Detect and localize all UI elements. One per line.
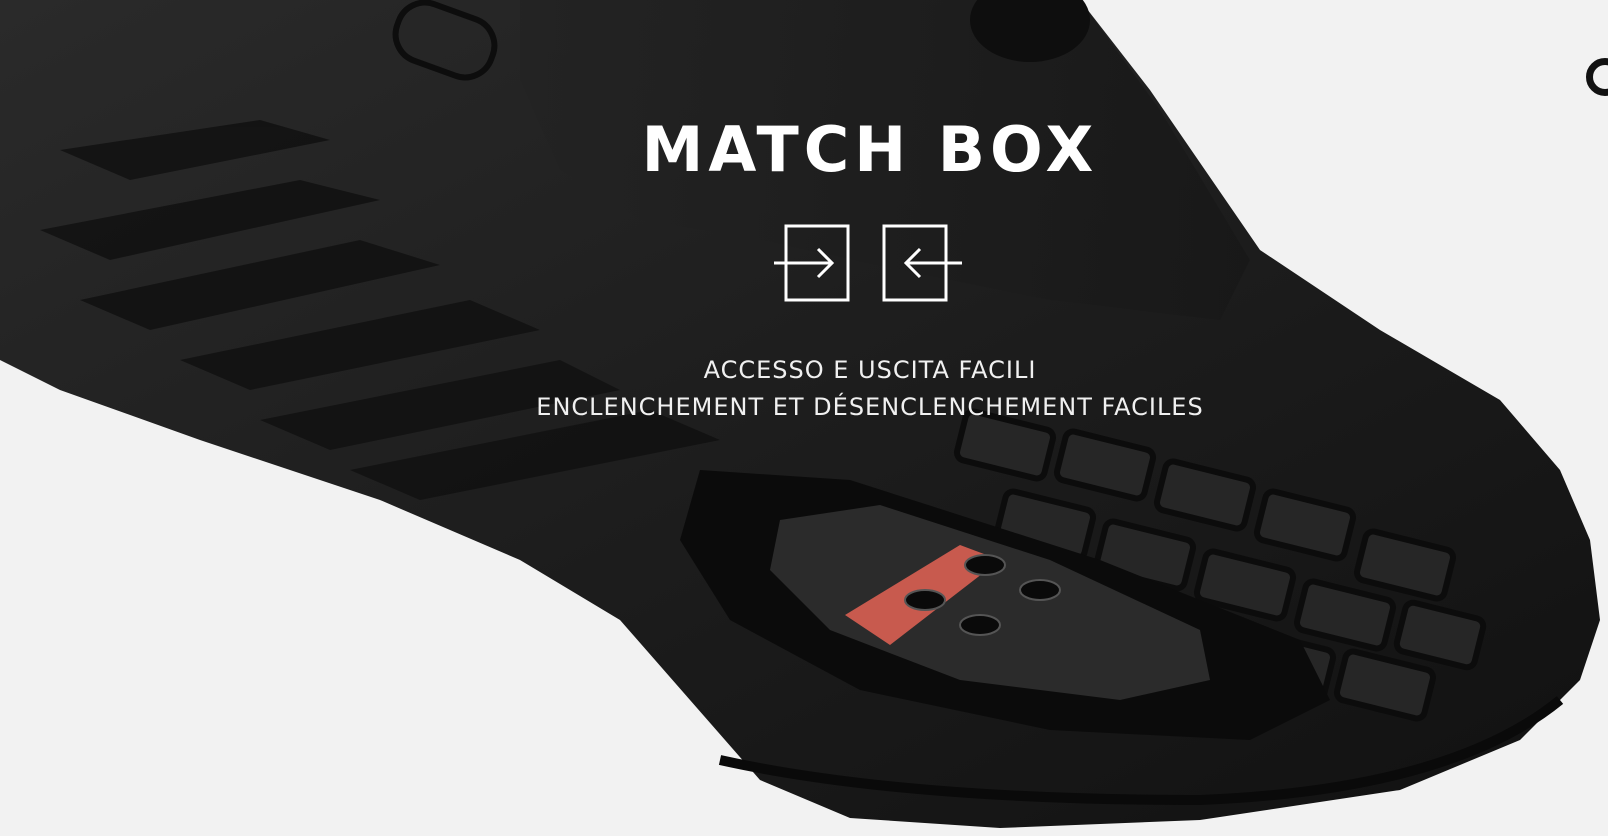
product-title: MATCH BOX bbox=[641, 113, 1099, 186]
caption-french: ENCLENCHEMENT ET DÉSENCLENCHEMENT FACILE… bbox=[536, 393, 1204, 421]
caption-italian: ACCESSO E USCITA FACILI bbox=[703, 356, 1037, 384]
enter-arrow-icon bbox=[774, 224, 850, 302]
feature-icons bbox=[774, 224, 964, 306]
hero-banner: MATCH BOX ACCESSO E USCITA FACILI ENCLEN… bbox=[0, 0, 1608, 836]
exit-arrow-icon bbox=[882, 224, 962, 302]
